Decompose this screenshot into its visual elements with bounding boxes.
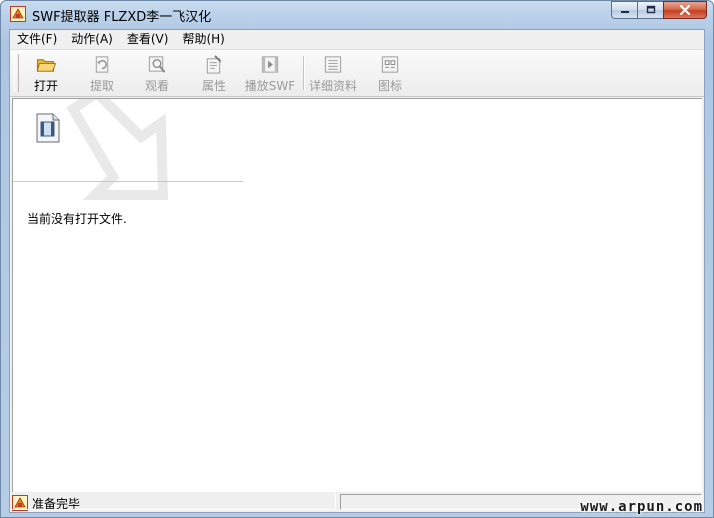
site-watermark: www.arpun.com (580, 499, 703, 515)
toolbar-grip[interactable] (14, 54, 19, 92)
file-list-view[interactable]: 当前没有打开文件. (12, 98, 702, 492)
title-bar[interactable]: SWF提取器 FLZXD李一飞汉化 (1, 1, 713, 28)
extract-label: 提取 (89, 79, 114, 93)
app-window: SWF提取器 FLZXD李一飞汉化 文件(F) 动作(A) 查看(V) 帮助(H… (0, 0, 714, 518)
properties-label: 属性 (201, 79, 226, 93)
menu-file[interactable]: 文件(F) (10, 30, 64, 49)
maximize-button[interactable] (637, 1, 663, 19)
folder-open-icon (36, 59, 57, 72)
view-icon (148, 56, 166, 73)
swf-file-icon (36, 113, 60, 143)
swf-extractor-icon (10, 6, 26, 22)
menu-bar: 文件(F) 动作(A) 查看(V) 帮助(H) (10, 30, 704, 50)
properties-button[interactable]: 属性 (194, 52, 234, 94)
maximize-icon (646, 5, 655, 14)
large-icons-button[interactable]: 图标 (370, 52, 410, 94)
close-button[interactable] (663, 1, 707, 19)
play-swf-label: 播放SWF (244, 79, 296, 93)
large-icons-label: 图标 (377, 79, 402, 93)
open-label: 打开 (33, 79, 58, 93)
window-title: SWF提取器 FLZXD李一飞汉化 (32, 10, 212, 25)
open-button[interactable]: 打开 (24, 52, 68, 94)
toolbar-separator (303, 56, 305, 90)
minimize-button[interactable] (611, 1, 637, 19)
extract-button[interactable]: 提取 (82, 52, 122, 94)
empty-message: 当前没有打开文件. (27, 212, 127, 226)
view-button[interactable]: 观看 (137, 52, 177, 94)
download-arrow-icon (66, 99, 169, 200)
close-icon (679, 5, 691, 15)
details-button[interactable]: 详细资料 (307, 52, 359, 94)
details-icon (324, 56, 342, 73)
play-swf-icon (261, 56, 279, 73)
menu-view[interactable]: 查看(V) (120, 30, 176, 49)
status-panel-main (10, 494, 336, 510)
minimize-icon (620, 11, 629, 13)
menu-action[interactable]: 动作(A) (64, 30, 120, 49)
toolbar: 打开 提取 观看 属性 播放SWF 详细资料 图标 (10, 50, 704, 97)
extract-icon (95, 56, 109, 73)
properties-icon (206, 55, 222, 74)
preview-divider (13, 181, 243, 182)
menu-help[interactable]: 帮助(H) (175, 30, 231, 49)
play-swf-button[interactable]: 播放SWF (242, 52, 298, 94)
client-area: 文件(F) 动作(A) 查看(V) 帮助(H) 打开 提取 观看 属性 播放SW… (9, 29, 705, 513)
caption-buttons (611, 1, 707, 20)
large-icons-icon (381, 56, 399, 73)
details-label: 详细资料 (308, 79, 357, 93)
view-label: 观看 (144, 79, 169, 93)
